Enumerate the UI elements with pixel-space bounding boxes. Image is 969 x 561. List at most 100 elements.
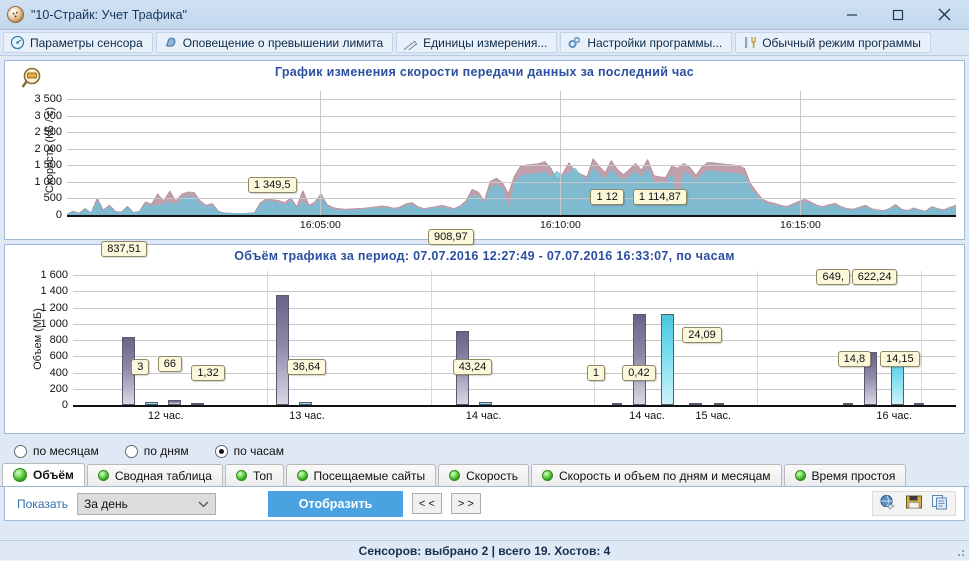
period-radio-group: по месяцам по дням по часам bbox=[0, 438, 969, 464]
green-led-icon bbox=[541, 470, 553, 481]
y-axis-tick: 2 500 bbox=[34, 126, 62, 139]
toolbar-button-sensor-params[interactable]: Параметры сенсора bbox=[3, 32, 153, 53]
range-select[interactable]: За день bbox=[77, 492, 217, 515]
tab-volume[interactable]: Объём bbox=[2, 463, 85, 486]
save-disk-icon[interactable] bbox=[905, 494, 923, 513]
gridline bbox=[67, 148, 956, 150]
bar-value-label: 622,24 bbox=[851, 269, 898, 285]
x-axis-category: 16 час. bbox=[876, 410, 913, 422]
speed-chart-plot: 0 500 1 000 1 500 2 000 2 500 3 000 3 500 16:05:… bbox=[34, 91, 956, 231]
tab-speed[interactable]: Скорость bbox=[438, 464, 529, 486]
bar-value-label: 24,09 bbox=[682, 327, 722, 343]
bar-cyan bbox=[191, 403, 205, 405]
close-button[interactable] bbox=[921, 0, 967, 30]
bar-value-label: 14,15 bbox=[880, 351, 920, 367]
tab-top[interactable]: Топ bbox=[224, 464, 284, 486]
app-traffic-icon bbox=[7, 6, 24, 23]
copy-icon[interactable] bbox=[931, 494, 949, 513]
y-axis-tick: 400 bbox=[49, 366, 68, 379]
bar-cyan bbox=[714, 403, 725, 405]
speed-area-series bbox=[67, 157, 956, 215]
radio-dot-selected bbox=[214, 444, 228, 458]
bar-violet bbox=[632, 314, 646, 405]
bar-value-label: 66 bbox=[157, 356, 183, 372]
status-bar: Сенсоров: выбрано 2 | всего 19. Хостов: … bbox=[0, 540, 969, 560]
toolbar-label: Оповещение о превышении лимита bbox=[182, 35, 384, 50]
radio-dot bbox=[124, 444, 138, 458]
bar-value-label: 36,64 bbox=[286, 359, 327, 375]
x-axis-tick: 16:05:00 bbox=[299, 219, 341, 231]
radio-label: по часам bbox=[233, 444, 284, 458]
gridline bbox=[67, 181, 956, 183]
tab-label: Посещаемые сайты bbox=[313, 468, 426, 483]
tab-label: Время простоя bbox=[811, 468, 896, 483]
gridline bbox=[67, 115, 956, 117]
title-bar: "10-Страйк: Учет Трафика" bbox=[0, 0, 969, 30]
radio-by-months[interactable]: по месяцам bbox=[14, 444, 99, 458]
gridline bbox=[73, 323, 956, 325]
globe-report-icon[interactable] bbox=[879, 494, 897, 513]
next-button[interactable]: > > bbox=[450, 493, 481, 514]
bar-cyan bbox=[611, 403, 622, 405]
magnifier-icon[interactable] bbox=[21, 67, 47, 89]
minimize-button[interactable] bbox=[829, 0, 875, 30]
tab-label: Сводная таблица bbox=[114, 468, 212, 483]
tab-visited-sites[interactable]: Посещаемые сайты bbox=[285, 464, 437, 486]
bar-value-label: 1 12 bbox=[590, 189, 624, 205]
green-led-icon bbox=[235, 470, 247, 481]
bar-value-label: 43,24 bbox=[452, 359, 493, 375]
bottom-control-bar: Показать За день Отобразить < < > > bbox=[4, 487, 965, 521]
green-led-icon bbox=[449, 470, 461, 481]
gridline bbox=[73, 291, 956, 293]
y-axis-tick: 1 500 bbox=[34, 159, 62, 172]
bar-value-label: 1 349,5 bbox=[247, 177, 297, 193]
toolbar-button-limit-alert[interactable]: Оповещение о превышении лимита bbox=[155, 32, 394, 53]
tab-summary-table[interactable]: Сводная таблица bbox=[86, 464, 223, 486]
tab-downtime[interactable]: Время простоя bbox=[783, 464, 907, 486]
gridline bbox=[73, 340, 956, 342]
bar-violet bbox=[689, 403, 703, 405]
resize-grip[interactable] bbox=[954, 546, 966, 558]
toolbar-button-units[interactable]: Единицы измерения... bbox=[396, 32, 558, 53]
x-axis-category: 12 час. bbox=[147, 410, 184, 422]
gridline-vertical bbox=[267, 271, 269, 405]
x-axis-tick: 16:15:00 bbox=[779, 219, 821, 231]
show-label: Показать bbox=[17, 496, 69, 511]
gridline-vertical bbox=[800, 91, 802, 215]
bar-value-label: 3 bbox=[131, 359, 150, 375]
x-axis-category: 14 час. bbox=[465, 410, 502, 422]
gridline bbox=[73, 356, 956, 358]
export-icon-group bbox=[872, 491, 956, 516]
y-axis-tick: 600 bbox=[49, 350, 68, 363]
bar-cyan bbox=[661, 314, 675, 405]
application-window: "10-Страйк: Учет Трафика" Параметры сенс… bbox=[0, 0, 969, 560]
bar-value-label: 837,51 bbox=[101, 241, 147, 257]
gridline-vertical bbox=[757, 271, 759, 405]
toolbar-button-program-settings[interactable]: Настройки программы... bbox=[560, 32, 733, 53]
x-axis-category: 14 час. bbox=[629, 410, 665, 422]
y-axis-tick: 1 000 bbox=[34, 175, 62, 188]
chevron-down-icon bbox=[198, 497, 209, 511]
radio-by-days[interactable]: по дням bbox=[124, 444, 189, 458]
window-title: "10-Страйк: Учет Трафика" bbox=[31, 7, 187, 22]
window-buttons bbox=[829, 0, 967, 30]
radio-by-hours[interactable]: по часам bbox=[214, 444, 284, 458]
bar-value-label: 0,42 bbox=[622, 365, 656, 381]
y-axis-tick: 3 000 bbox=[34, 109, 62, 122]
display-button[interactable]: Отобразить bbox=[268, 490, 404, 517]
gridline-vertical bbox=[560, 91, 562, 215]
status-text: Сенсоров: выбрано 2 | всего 19. Хостов: … bbox=[358, 543, 611, 558]
y-axis-tick: 0 bbox=[55, 209, 62, 221]
y-axis-tick: 1 400 bbox=[40, 285, 68, 298]
tab-speed-volume-by-days-months[interactable]: Скорость и объем по дням и месяцам bbox=[530, 464, 782, 486]
bar-cyan bbox=[479, 401, 493, 405]
gridline-vertical bbox=[430, 271, 432, 405]
maximize-button[interactable] bbox=[875, 0, 921, 30]
tools-icon bbox=[742, 35, 757, 50]
green-led-icon bbox=[794, 470, 806, 481]
radio-label: по месяцам bbox=[33, 444, 99, 458]
prev-button[interactable]: < < bbox=[412, 493, 442, 514]
toolbar-button-normal-mode[interactable]: Обычный режим программы bbox=[735, 32, 931, 53]
bar-value-label: 649, bbox=[816, 269, 850, 285]
gridline bbox=[73, 388, 956, 390]
